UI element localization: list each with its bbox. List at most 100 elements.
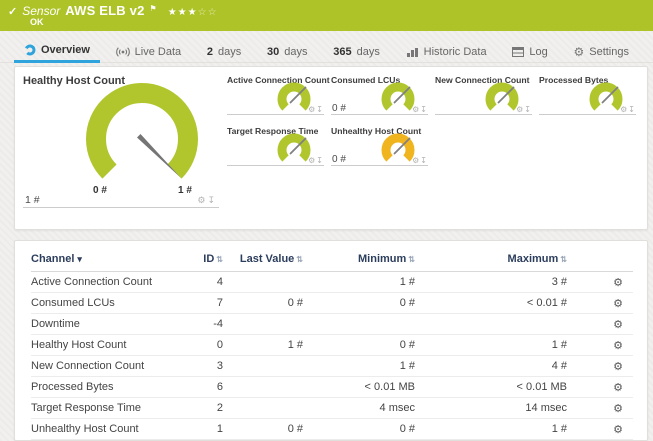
cell-minimum: 1 #: [303, 355, 415, 377]
column-label: Channel: [31, 253, 75, 265]
tab-30-days[interactable]: 30 days: [257, 40, 318, 63]
table-row[interactable]: Processed Bytes 6 < 0.01 MB < 0.01 MB ⚙: [31, 376, 633, 398]
column-header-minimum[interactable]: Minimum ⇅: [303, 249, 415, 272]
pin-icon[interactable]: ↧: [316, 156, 324, 165]
channels-table-panel: Channel ▾ ID ⇅ Last Value ⇅ Minimum ⇅ Maximu…: [14, 240, 648, 441]
gauge-footer: 1 # ⚙↧: [23, 192, 219, 207]
cell-last-value: 0 #: [223, 418, 303, 440]
column-header-maximum[interactable]: Maximum ⇅: [415, 249, 567, 272]
pin-icon[interactable]: ↧: [420, 105, 428, 114]
cell-minimum: 4 msec: [303, 397, 415, 419]
gauges-panel: Healthy Host Count 0 # 1 # 1 # ⚙↧ Active…: [14, 66, 648, 230]
pin-icon[interactable]: ↧: [207, 195, 217, 205]
channel-settings-icon[interactable]: ⚙: [613, 298, 623, 310]
channel-settings-icon[interactable]: ⚙: [613, 361, 623, 373]
gear-icon: ⚙: [573, 44, 585, 59]
sensor-status-badge: OK: [30, 17, 44, 27]
cell-minimum: < 0.01 MB: [303, 376, 415, 398]
table-row[interactable]: Healthy Host Count 0 1 # 0 # 1 # ⚙: [31, 334, 633, 356]
processed-bytes-gauge[interactable]: [588, 82, 624, 112]
cell-id: 4: [191, 271, 223, 293]
table-row[interactable]: Downtime -4 ⚙: [31, 313, 633, 335]
status-ok-check-icon: ✓: [8, 6, 18, 18]
cell-last-value: [223, 376, 303, 398]
column-header-last-value[interactable]: Last Value ⇅: [223, 249, 303, 272]
tab-live-data[interactable]: Live Data: [106, 40, 191, 63]
cell-minimum: 0 #: [303, 292, 415, 314]
tab-label: Historic Data: [423, 45, 487, 58]
channel-settings-icon[interactable]: ⚙: [613, 424, 623, 436]
cell-maximum: 3 #: [415, 271, 567, 293]
cell-channel: Active Connection Count: [31, 271, 191, 293]
tab-365-days[interactable]: 365 days: [323, 40, 390, 63]
cell-last-value: [223, 397, 303, 419]
tab-historic-data[interactable]: Historic Data: [396, 40, 497, 63]
mini-gauge-grid: Active Connection Count ⚙↧ Consumed LCUs…: [227, 75, 636, 166]
cell-maximum: 1 #: [415, 334, 567, 356]
gauge-tile-target-response-time: Target Response Time ⚙↧: [227, 126, 324, 166]
column-header-id[interactable]: ID ⇅: [191, 249, 223, 272]
table-row[interactable]: New Connection Count 3 1 # 4 # ⚙: [31, 355, 633, 377]
object-kind-label: Sensor: [22, 4, 61, 18]
table-row[interactable]: Consumed LCUs 7 0 # 0 # < 0.01 # ⚙: [31, 292, 633, 314]
healthy-host-count-gauge[interactable]: [84, 81, 200, 197]
gauge-tile-unhealthy-host-count: Unhealthy Host Count 0 # ⚙↧: [331, 126, 428, 166]
tab-label-unit: days: [284, 45, 308, 58]
bar-chart-icon: [406, 47, 418, 57]
cell-channel: Consumed LCUs: [31, 292, 191, 314]
cell-last-value: 1 #: [223, 334, 303, 356]
table-header-row: Channel ▾ ID ⇅ Last Value ⇅ Minimum ⇅ Maximu…: [31, 249, 633, 272]
stars-empty[interactable]: ☆☆: [198, 7, 218, 18]
tab-label-number: 2: [206, 45, 214, 58]
cell-id: 1: [191, 418, 223, 440]
cell-channel: Downtime: [31, 313, 191, 335]
cell-maximum: 14 msec: [415, 397, 567, 419]
channel-settings-icon[interactable]: ⚙: [613, 403, 623, 415]
sort-desc-icon: ▾: [77, 254, 82, 264]
cell-last-value: [223, 313, 303, 335]
table-row[interactable]: Unhealthy Host Count 1 0 # 0 # 1 # ⚙: [31, 418, 633, 440]
pin-icon[interactable]: ↧: [316, 105, 324, 114]
tab-label: Log: [529, 45, 548, 58]
pin-icon[interactable]: ↧: [420, 156, 428, 165]
tab-log[interactable]: Log: [502, 40, 557, 63]
pin-icon[interactable]: ↧: [628, 105, 636, 114]
cell-id: 6: [191, 376, 223, 398]
channel-settings-icon[interactable]: ⚙: [613, 340, 623, 352]
cell-maximum: [415, 313, 567, 335]
tab-overview[interactable]: Overview: [14, 40, 100, 63]
cell-last-value: [223, 355, 303, 377]
cell-id: 0: [191, 334, 223, 356]
tab-2-days[interactable]: 2 days: [197, 40, 251, 63]
channel-settings-icon[interactable]: ⚙: [613, 319, 623, 331]
new-connection-count-gauge[interactable]: [484, 82, 520, 112]
pin-icon[interactable]: ↧: [524, 105, 532, 114]
tab-label-unit: days: [356, 45, 380, 58]
channel-settings-icon[interactable]: ⚙: [613, 277, 623, 289]
target-response-time-gauge[interactable]: [276, 133, 312, 163]
log-icon: [512, 46, 525, 57]
column-header-channel[interactable]: Channel ▾: [31, 249, 191, 272]
stars-filled[interactable]: ★★★: [168, 7, 198, 18]
sort-icon: ⇅: [408, 255, 415, 264]
cell-maximum: 4 #: [415, 355, 567, 377]
channels-table: Channel ▾ ID ⇅ Last Value ⇅ Minimum ⇅ Maximu…: [31, 249, 633, 440]
tab-label: Overview: [41, 44, 90, 56]
cell-last-value: [223, 271, 303, 293]
unhealthy-host-count-gauge[interactable]: [380, 133, 416, 163]
consumed-lcus-gauge[interactable]: [380, 82, 416, 112]
cell-maximum: 1 #: [415, 418, 567, 440]
sort-icon: ⇅: [560, 255, 567, 264]
column-label: Minimum: [358, 253, 407, 265]
active-connection-count-gauge[interactable]: [276, 82, 312, 112]
channel-settings-icon[interactable]: ⚙: [613, 382, 623, 394]
gauge-tile-new-connection-count: New Connection Count ⚙↧: [435, 75, 532, 115]
cell-minimum: 1 #: [303, 271, 415, 293]
channel-gear-icon[interactable]: ⚙: [197, 195, 207, 205]
table-row[interactable]: Target Response Time 2 4 msec 14 msec ⚙: [31, 397, 633, 419]
cell-id: 2: [191, 397, 223, 419]
priority-stars[interactable]: ★★★☆☆: [168, 7, 218, 18]
tab-settings[interactable]: ⚙ Settings: [563, 40, 639, 63]
sort-icon: ⇅: [296, 255, 303, 264]
table-row[interactable]: Active Connection Count 4 1 # 3 # ⚙: [31, 271, 633, 293]
